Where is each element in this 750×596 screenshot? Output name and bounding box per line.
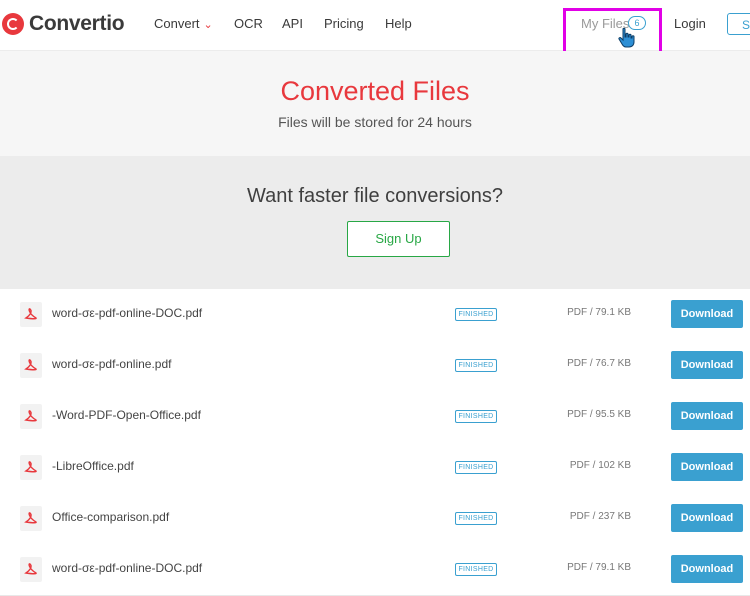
promo-title: Want faster file conversions? (246, 185, 504, 207)
file-row: Office-comparison.pdf FINISHED PDF / 237… (0, 493, 750, 545)
download-button[interactable]: Download (671, 504, 743, 532)
pdf-file-icon (20, 404, 42, 429)
nav-api[interactable]: API (282, 16, 303, 31)
status-badge: FINISHED (455, 410, 497, 423)
download-button[interactable]: Download (671, 555, 743, 583)
signup-button[interactable]: Sign Up (347, 221, 450, 257)
pdf-file-icon (20, 302, 42, 327)
status-badge: FINISHED (455, 563, 497, 576)
chevron-down-icon: ⌄ (203, 19, 213, 31)
status-badge: FINISHED (455, 512, 497, 525)
file-row: word-σε-pdf-online.pdf FINISHED PDF / 76… (0, 340, 750, 392)
file-meta: PDF / 102 KB (569, 460, 631, 471)
pdf-file-icon (20, 506, 42, 531)
status-badge: FINISHED (455, 461, 497, 474)
nav-ocr[interactable]: OCR (234, 16, 263, 31)
nav-convert[interactable]: Convert ⌄ (154, 16, 213, 31)
hero-section: Converted Files Files will be stored for… (0, 51, 750, 156)
nav-help[interactable]: Help (385, 16, 412, 31)
file-name: Office-comparison.pdf (52, 510, 170, 524)
file-name: -Word-PDF-Open-Office.pdf (52, 408, 201, 422)
convertio-logo-icon (2, 13, 24, 35)
file-name: -LibreOffice.pdf (52, 459, 134, 473)
status-badge: FINISHED (455, 359, 497, 372)
pdf-file-icon (20, 557, 42, 582)
signup-button-top[interactable]: S (727, 13, 750, 35)
download-button[interactable]: Download (671, 402, 743, 430)
download-button[interactable]: Download (671, 351, 743, 379)
download-button[interactable]: Download (671, 300, 743, 328)
logo-text: Convertio (29, 12, 125, 35)
pdf-file-icon (20, 353, 42, 378)
file-meta: PDF / 79.1 KB (567, 562, 631, 573)
file-row: -LibreOffice.pdf FINISHED PDF / 102 KB D… (0, 442, 750, 494)
download-button[interactable]: Download (671, 453, 743, 481)
file-row: word-σε-pdf-online-DOC.pdf FINISHED PDF … (0, 289, 750, 341)
file-name: word-σε-pdf-online-DOC.pdf (52, 306, 203, 320)
file-meta: PDF / 79.1 KB (567, 307, 631, 318)
status-badge: FINISHED (455, 308, 497, 321)
logo[interactable]: Convertio (0, 10, 125, 38)
file-meta: PDF / 237 KB (569, 511, 631, 522)
file-row: -Word-PDF-Open-Office.pdf FINISHED PDF /… (0, 391, 750, 443)
page-title: Converted Files (280, 76, 470, 106)
hand-cursor-icon (617, 27, 637, 49)
file-row: word-σε-pdf-online-DOC.pdf FINISHED PDF … (0, 544, 750, 596)
pdf-file-icon (20, 455, 42, 480)
nav-convert-label: Convert (154, 16, 200, 31)
file-meta: PDF / 95.5 KB (567, 409, 631, 420)
file-name: word-σε-pdf-online.pdf (52, 357, 172, 371)
nav-login[interactable]: Login (674, 16, 706, 31)
page-subtitle: Files will be stored for 24 hours (278, 114, 472, 130)
file-meta: PDF / 76.7 KB (567, 358, 631, 369)
nav-pricing[interactable]: Pricing (324, 16, 364, 31)
promo-section: Want faster file conversions? Sign Up (0, 156, 750, 289)
file-name: word-σε-pdf-online-DOC.pdf (52, 561, 203, 575)
